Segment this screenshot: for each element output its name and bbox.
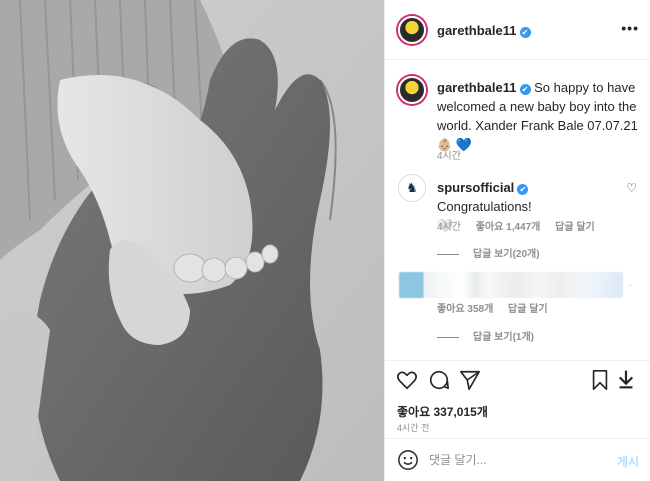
blurred-comment xyxy=(399,272,623,298)
more-options-icon[interactable]: ••• xyxy=(621,20,639,36)
post-header: garethbale11 ✔ ••• xyxy=(385,0,650,60)
author-username[interactable]: garethbale11 ✔ xyxy=(437,23,531,38)
reply-button[interactable]: 답글 달기 xyxy=(555,222,595,233)
comment-icon[interactable] xyxy=(428,369,450,391)
comment-meta: 좋아요 358개 답글 달기 xyxy=(437,300,560,315)
comment-username[interactable]: spursofficial xyxy=(437,180,514,195)
view-replies-button[interactable]: 답글 보기(1개) xyxy=(437,328,534,343)
comment-likes[interactable]: 좋아요 1,447개 xyxy=(476,222,541,233)
post-sidebar: garethbale11 ✔ ••• garethbale11 ✔ So happy… xyxy=(384,0,650,481)
view-replies-label[interactable]: 답글 보기(1개) xyxy=(473,332,534,343)
comment-like-heart-icon[interactable]: ♡ xyxy=(626,181,637,195)
view-replies-label[interactable]: 답글 보기(20개) xyxy=(473,249,540,260)
reply-button[interactable]: 답글 달기 xyxy=(508,304,548,315)
caption-text-block: garethbale11 ✔ So happy to have welcomed … xyxy=(437,78,642,155)
comment-text: Congratulations! xyxy=(437,199,532,214)
replies-divider xyxy=(437,336,459,338)
caption-username[interactable]: garethbale11 xyxy=(437,80,517,95)
add-comment-bar: 게시 xyxy=(385,438,650,481)
comment-meta: 4시간 좋아요 1,447개 답글 달기 xyxy=(437,218,607,233)
verified-badge-icon: ✔ xyxy=(519,27,531,38)
post-photo[interactable] xyxy=(0,0,384,481)
emoji-icon[interactable] xyxy=(397,449,419,471)
bookmark-icon[interactable] xyxy=(589,369,611,391)
share-icon[interactable] xyxy=(459,369,481,391)
comment-likes[interactable]: 좋아요 358개 xyxy=(437,304,493,315)
baby-foot-image xyxy=(0,0,384,481)
heart-icon[interactable] xyxy=(396,369,418,391)
caption-avatar[interactable] xyxy=(398,76,426,104)
post-timestamp[interactable]: 4시간 전 xyxy=(397,421,429,434)
likes-count[interactable]: 좋아요 337,015개 xyxy=(397,403,488,420)
caption-time: 4시간 xyxy=(437,151,461,162)
caption-verified-badge-icon: ✔ xyxy=(519,84,531,95)
post-comment-button[interactable]: 게시 xyxy=(617,453,639,470)
replies-divider xyxy=(437,253,459,255)
author-avatar[interactable] xyxy=(398,16,426,44)
comment-input[interactable] xyxy=(429,451,599,469)
comment-verified-badge-icon: ✔ xyxy=(517,184,529,195)
download-icon[interactable] xyxy=(615,369,637,391)
blurred-comment-icon: · xyxy=(628,280,632,291)
author-username-text[interactable]: garethbale11 xyxy=(437,23,517,38)
commenter-avatar[interactable]: ♞ xyxy=(398,174,426,202)
comment-time: 4시간 xyxy=(437,222,461,233)
view-replies-button[interactable]: 답글 보기(20개) xyxy=(437,245,540,260)
